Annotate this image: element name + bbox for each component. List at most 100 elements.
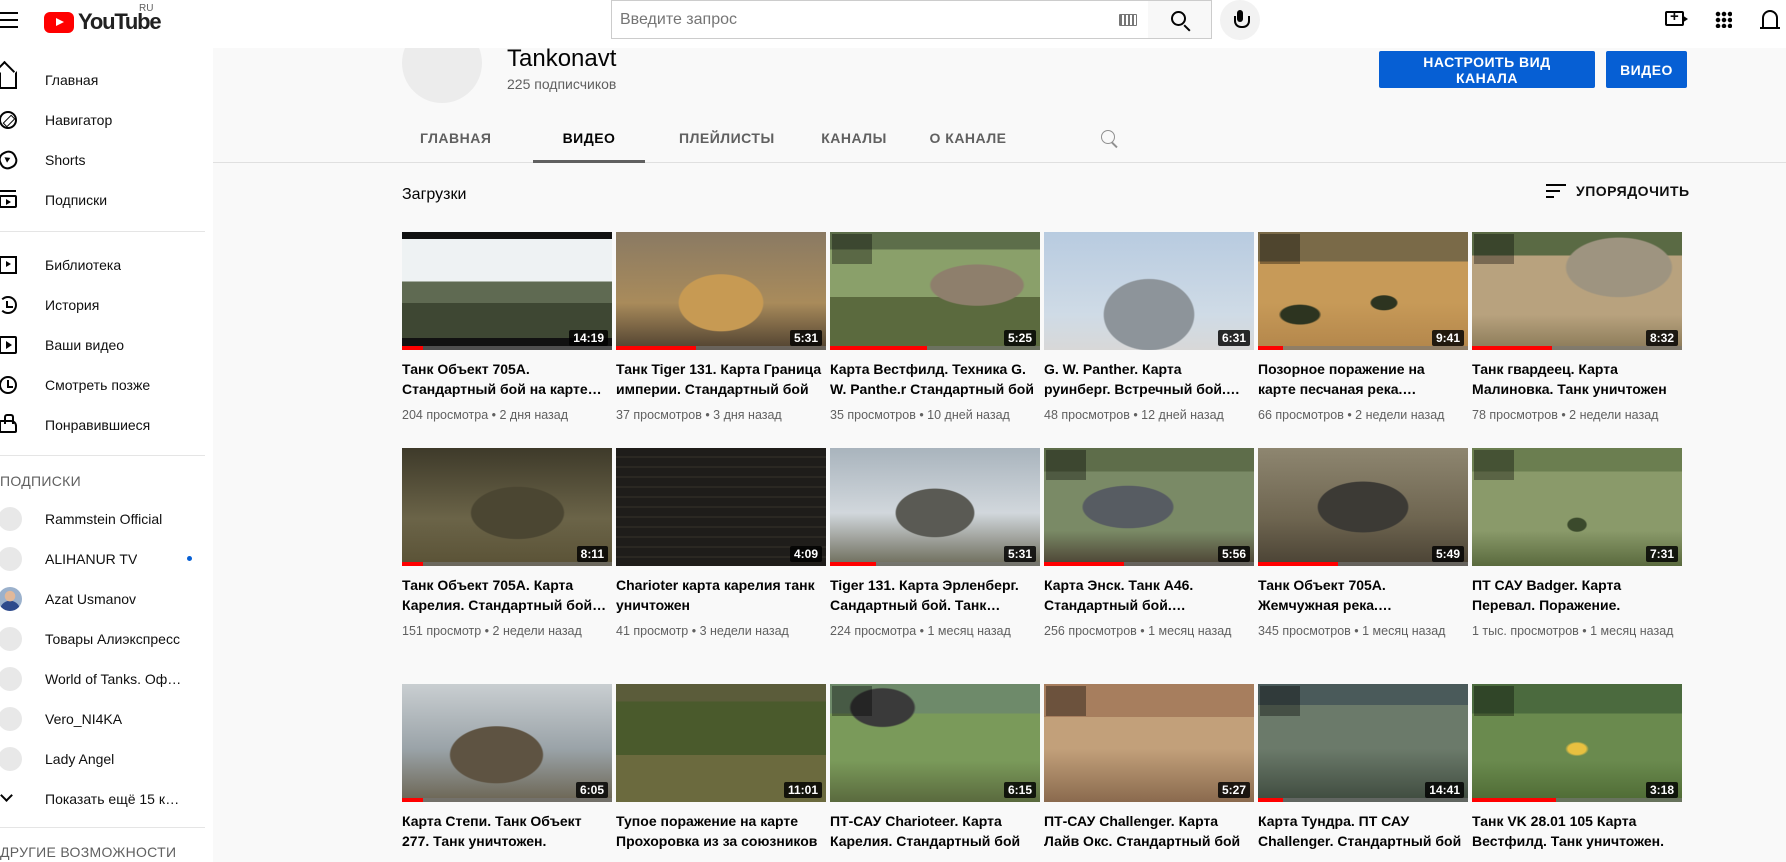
subscription-item[interactable]: Lady Angel (0, 739, 213, 779)
sidebar-item-explore[interactable]: Навигатор (0, 100, 213, 140)
tab-videos[interactable]: ВИДЕО (533, 130, 645, 163)
video-duration: 8:32 (1645, 330, 1678, 346)
video-thumbnail[interactable]: 5:31 (616, 232, 826, 350)
customize-channel-button[interactable]: НАСТРОИТЬ ВИД КАНАЛА (1379, 51, 1595, 88)
video-thumbnail[interactable]: 9:41 (1258, 232, 1468, 350)
video-thumbnail[interactable]: 8:32 (1472, 232, 1682, 350)
video-title[interactable]: Tiger 131. Карта Эрленберг. Сандартный б… (830, 575, 1036, 615)
thumbnail-game-hud (1046, 686, 1086, 716)
liked-icon (0, 414, 17, 433)
thumbnail-game-hud (1260, 686, 1300, 716)
apps-icon[interactable] (1715, 11, 1732, 28)
video-duration: 4:09 (789, 546, 822, 562)
video-thumbnail[interactable]: 11:01 (616, 684, 826, 802)
show-more-label: Показать ещё 15 каналов (45, 791, 185, 807)
sidebar-item-history[interactable]: История (0, 285, 213, 325)
video-thumbnail[interactable]: 5:31 (830, 448, 1040, 566)
show-more-button[interactable]: Показать ещё 15 каналов (0, 779, 213, 819)
avatar (0, 707, 22, 731)
watch-progress-bar (1258, 346, 1468, 350)
view-count: 48 просмотров (1044, 408, 1130, 422)
video-title[interactable]: Карта Вестфилд. Техника G. W. Panthe.r С… (830, 359, 1036, 399)
upload-age: 1 месяц назад (1579, 624, 1674, 638)
keyboard-icon[interactable] (1119, 14, 1137, 26)
view-count: 345 просмотров (1258, 624, 1351, 638)
channel-search-button[interactable] (1100, 130, 1120, 150)
video-thumbnail[interactable]: 4:09 (616, 448, 826, 566)
subscription-item[interactable]: Vero_NI4KA (0, 699, 213, 739)
video-thumbnail[interactable]: 5:56 (1044, 448, 1254, 566)
video-meta: 78 просмотров2 недели назад (1472, 406, 1678, 424)
mic-icon[interactable] (1220, 0, 1260, 40)
sidebar-item-label: Shorts (45, 152, 86, 168)
search-button[interactable] (1148, 0, 1212, 39)
top-bar: YouTube RU (0, 0, 1786, 48)
video-thumbnail[interactable]: 6:15 (830, 684, 1040, 802)
video-thumbnail[interactable]: 5:25 (830, 232, 1040, 350)
country-code: RU (139, 3, 154, 14)
sort-button[interactable]: УПОРЯДОЧИТЬ (1546, 183, 1690, 199)
video-title[interactable]: Танк Объект 705А. Карта Карелия. Стандар… (402, 575, 608, 615)
subscription-item[interactable]: Rammstein Official (0, 499, 213, 539)
subscription-item[interactable]: Azat Usmanov (0, 579, 213, 619)
watch-progress-bar (830, 346, 1040, 350)
sidebar-item-home[interactable]: Главная (0, 60, 213, 100)
video-title[interactable]: ПТ САУ Badger. Карта Перевал. Поражение. (1472, 575, 1678, 615)
video-title[interactable]: Танк Объект 705А. Стандартный бой на кар… (402, 359, 608, 399)
video-title[interactable]: ПТ-САУ Challenger. Карта Лайв Окс. Станд… (1044, 811, 1250, 851)
subscription-item[interactable]: Товары Алиэкспресс (0, 619, 213, 659)
sidebar-item-label: История (45, 297, 100, 313)
tab-channels[interactable]: КАНАЛЫ (820, 130, 888, 163)
video-title[interactable]: Позорное поражение на карте песчаная рек… (1258, 359, 1464, 399)
video-title[interactable]: Карта Степи. Танк Объект 277. Танк уничт… (402, 811, 608, 851)
view-count: 66 просмотров (1258, 408, 1344, 422)
notifications-icon[interactable] (1760, 10, 1780, 29)
video-title[interactable]: Танк Tiger 131. Карта Граница империи. С… (616, 359, 822, 399)
search-box (611, 0, 1149, 39)
sidebar-item-watch-later[interactable]: Смотреть позже (0, 365, 213, 405)
sidebar-item-shorts[interactable]: Shorts (0, 140, 213, 180)
video-duration: 14:19 (569, 330, 608, 346)
video-thumbnail[interactable]: 8:11 (402, 448, 612, 566)
video-thumbnail[interactable]: 6:31 (1044, 232, 1254, 350)
subscription-item[interactable]: World of Tanks. Официальный канал (0, 659, 213, 699)
tab-about[interactable]: О КАНАЛЕ (928, 130, 1008, 163)
video-title[interactable]: Танк VK 28.01 105 Карта Вестфилд. Танк у… (1472, 811, 1678, 851)
video-thumbnail[interactable]: 14:19 (402, 232, 612, 350)
video-title[interactable]: Карта Тундра. ПТ САУ Challenger. Стандар… (1258, 811, 1464, 851)
video-thumbnail[interactable]: 3:18 (1472, 684, 1682, 802)
tab-home[interactable]: ГЛАВНАЯ (420, 130, 491, 163)
sidebar-item-library[interactable]: Библиотека (0, 245, 213, 285)
subscription-label: World of Tanks. Официальный канал (45, 671, 185, 687)
view-count: 1 тыс. просмотров (1472, 624, 1579, 638)
shorts-icon (0, 148, 20, 172)
sidebar-item-liked[interactable]: Понравившиеся (0, 405, 213, 445)
video-title[interactable]: Тупое поражение на карте Прохоровка из з… (616, 811, 822, 851)
video-duration: 5:49 (1431, 546, 1464, 562)
video-duration: 9:41 (1431, 330, 1464, 346)
sidebar-item-subscriptions[interactable]: Подписки (0, 180, 213, 220)
video-title[interactable]: Танк гвардеец. Карта Малиновка. Танк уни… (1472, 359, 1678, 399)
manage-videos-button[interactable]: ВИДЕО (1606, 51, 1687, 88)
create-video-icon[interactable] (1665, 8, 1688, 26)
video-thumbnail[interactable]: 7:31 (1472, 448, 1682, 566)
sidebar-item-your-videos[interactable]: Ваши видео (0, 325, 213, 365)
video-title[interactable]: Карта Энск. Танк А46. Стандартный бой. П… (1044, 575, 1250, 615)
thumbnail-game-hud (1474, 234, 1514, 264)
video-thumbnail[interactable]: 6:05 (402, 684, 612, 802)
video-title[interactable]: ПТ-САУ Charioteer. Карта Карелия. Станда… (830, 811, 1036, 851)
watch-progress-bar (1258, 798, 1468, 802)
menu-icon[interactable] (0, 12, 20, 32)
video-thumbnail[interactable]: 5:49 (1258, 448, 1468, 566)
search-input[interactable] (612, 1, 1084, 38)
video-title[interactable]: G. W. Panther. Карта руинберг. Встречный… (1044, 359, 1250, 399)
view-count: 41 просмотр (616, 624, 689, 638)
video-thumbnail[interactable]: 14:41 (1258, 684, 1468, 802)
video-thumbnail[interactable]: 5:27 (1044, 684, 1254, 802)
subscription-item[interactable]: ALIHANUR TV (0, 539, 213, 579)
tab-playlists[interactable]: ПЛЕЙЛИСТЫ (679, 130, 774, 163)
video-title[interactable]: Charioter карта карелия танк уничтожен (616, 575, 822, 615)
new-content-dot (187, 556, 192, 561)
video-meta: 41 просмотр3 недели назад (616, 622, 822, 640)
video-title[interactable]: Танк Объект 705А. Жемчужная река. Станда… (1258, 575, 1464, 615)
